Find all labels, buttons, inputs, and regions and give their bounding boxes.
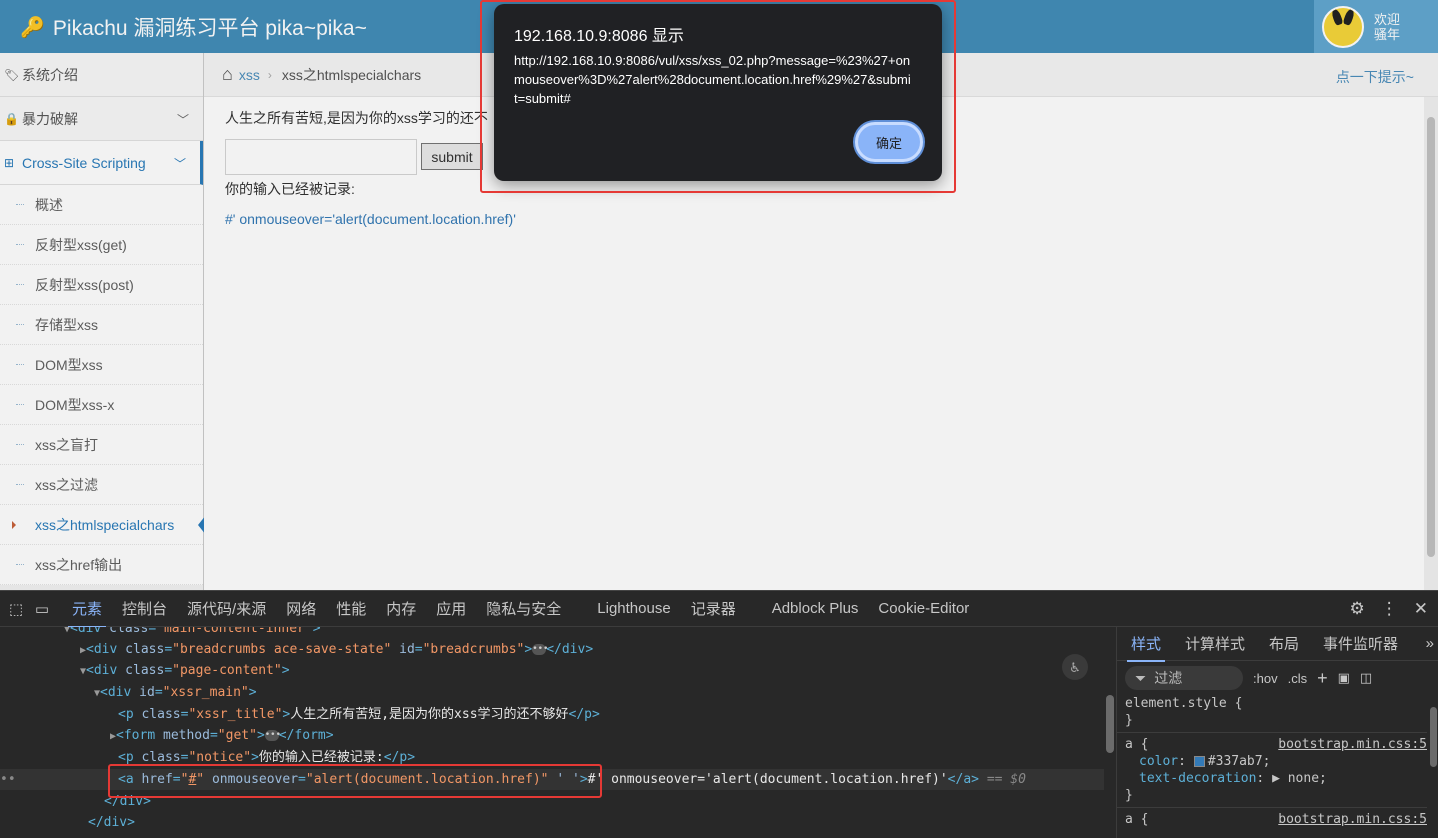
inspect-icon[interactable]: ⬚ bbox=[6, 599, 26, 619]
tab-network[interactable]: 网络 bbox=[286, 591, 316, 627]
accessibility-icon[interactable]: ♿ bbox=[1062, 654, 1088, 680]
tab-recorder[interactable]: 记录器 bbox=[691, 591, 736, 627]
more-tabs-icon[interactable]: » bbox=[1426, 635, 1434, 652]
rule-property[interactable]: text-decoration: ▶ none; bbox=[1117, 770, 1427, 787]
tab-computed[interactable]: 计算样式 bbox=[1185, 627, 1245, 661]
tab-cookie-editor[interactable]: Cookie-Editor bbox=[878, 591, 969, 627]
cls-toggle[interactable]: .cls bbox=[1288, 671, 1308, 686]
styles-pane: 样式 计算样式 布局 事件监听器 » ⏷ 过滤 :hov .cls + ▣ ◫ … bbox=[1116, 627, 1438, 838]
tab-memory[interactable]: 内存 bbox=[386, 591, 416, 627]
tab-performance[interactable]: 性能 bbox=[336, 591, 366, 627]
rule-source-link[interactable]: bootstrap.min.css:5 bbox=[1278, 811, 1427, 828]
styles-filterbar: ⏷ 过滤 :hov .cls + ▣ ◫ bbox=[1117, 661, 1438, 695]
rule-close: } bbox=[1125, 713, 1133, 728]
devtools-panel: ⬚ ▭ 元素 控制台 源代码/来源 网络 性能 内存 应用 隐私与安全 Ligh… bbox=[0, 590, 1438, 838]
rule-source-link[interactable]: bootstrap.min.css:5 bbox=[1278, 736, 1427, 753]
dom-node[interactable]: ▼<div id="xssr_main"> bbox=[94, 682, 257, 703]
dom-node[interactable]: ▼<div class="page-content"> bbox=[80, 660, 290, 681]
dom-node[interactable]: <p class="xssr_title">人生之所有苦短,是因为你的xss学习… bbox=[118, 704, 600, 725]
add-rule-icon[interactable]: + bbox=[1317, 668, 1328, 689]
ellipsis-icon[interactable]: ••• bbox=[532, 644, 548, 655]
tab-application[interactable]: 应用 bbox=[436, 591, 466, 627]
dom-node[interactable]: </div> bbox=[88, 812, 135, 833]
device-toggle-icon[interactable]: ▭ bbox=[32, 599, 52, 619]
highlight-box-dialog bbox=[480, 0, 956, 193]
style-rules: element.style { } a {bootstrap.min.css:5… bbox=[1117, 695, 1427, 828]
elements-scrollbar[interactable] bbox=[1104, 627, 1116, 838]
tab-event-listeners[interactable]: 事件监听器 bbox=[1323, 627, 1398, 661]
hov-toggle[interactable]: :hov bbox=[1253, 671, 1278, 686]
tab-console[interactable]: 控制台 bbox=[122, 591, 167, 627]
close-icon[interactable]: ✕ bbox=[1414, 599, 1428, 619]
tab-lighthouse[interactable]: Lighthouse bbox=[597, 591, 670, 627]
tab-adblock[interactable]: Adblock Plus bbox=[772, 591, 859, 627]
tab-layout[interactable]: 布局 bbox=[1269, 627, 1299, 661]
styles-tabbar: 样式 计算样式 布局 事件监听器 » bbox=[1117, 627, 1438, 662]
rule-property[interactable]: color: #337ab7; bbox=[1117, 753, 1427, 770]
tab-privacy[interactable]: 隐私与安全 bbox=[486, 591, 561, 627]
rule-selector[interactable]: a {bootstrap.min.css:5 bbox=[1117, 736, 1427, 753]
ellipsis-icon[interactable]: ••• bbox=[264, 730, 281, 741]
tab-styles[interactable]: 样式 bbox=[1126, 627, 1166, 662]
paint-icon[interactable]: ▣ bbox=[1338, 670, 1350, 686]
devtools-tabbar: ⬚ ▭ 元素 控制台 源代码/来源 网络 性能 内存 应用 隐私与安全 Ligh… bbox=[0, 591, 1438, 628]
color-swatch[interactable] bbox=[1193, 756, 1205, 767]
rule-selector[interactable]: element.style { bbox=[1117, 695, 1427, 712]
dom-text: 你的输入已经被记录: bbox=[258, 750, 384, 765]
dom-node[interactable]: ▼<div class="main-content-inner"> bbox=[64, 627, 321, 639]
expand-triangle-icon[interactable]: ▶ bbox=[1272, 771, 1280, 786]
tab-elements[interactable]: 元素 bbox=[67, 591, 107, 628]
gear-icon[interactable]: ⚙ bbox=[1350, 599, 1365, 619]
highlight-box-dom bbox=[108, 764, 602, 798]
filter-input[interactable]: ⏷ 过滤 bbox=[1125, 666, 1243, 690]
rule-selector[interactable]: a {bootstrap.min.css:5 bbox=[1117, 811, 1427, 828]
tab-sources[interactable]: 源代码/来源 bbox=[187, 591, 266, 627]
dom-text: 人生之所有苦短,是因为你的xss学习的还不够好 bbox=[290, 707, 569, 722]
sidebar-toggle-icon[interactable]: ◫ bbox=[1360, 670, 1372, 686]
dom-node[interactable]: ▶<form method="get">•••</form> bbox=[110, 725, 334, 746]
styles-scrollbar[interactable] bbox=[1428, 667, 1438, 837]
filter-icon: ⏷ bbox=[1135, 669, 1147, 686]
dom-node[interactable]: ▶<div class="breadcrumbs ace-save-state"… bbox=[80, 639, 593, 660]
more-vert-icon[interactable]: ⋮ bbox=[1381, 599, 1398, 619]
rule-close: } bbox=[1125, 788, 1133, 803]
selected-gutter-dots: •• bbox=[0, 772, 16, 787]
elements-tree[interactable]: ▼<div class="main-content-inner"> ▶<div … bbox=[0, 627, 1104, 838]
